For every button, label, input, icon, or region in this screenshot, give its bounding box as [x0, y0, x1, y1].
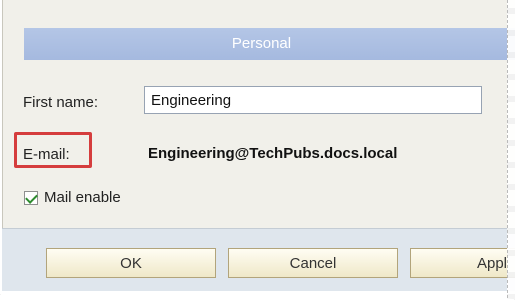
section-header: Personal: [24, 28, 515, 60]
section-title: Personal: [231, 35, 292, 52]
email-value: Engineering@TechPubs.docs.local: [148, 145, 398, 162]
first-name-label: First name:: [23, 94, 99, 111]
apply-button[interactable]: Appl: [410, 248, 515, 278]
cancel-button[interactable]: Cancel: [228, 248, 398, 278]
ok-button[interactable]: OK: [46, 248, 216, 278]
first-name-field[interactable]: [144, 86, 482, 114]
mail-enable-option[interactable]: Mail enable: [24, 189, 121, 206]
torn-right-edge: [507, 0, 515, 308]
mail-enable-label: Mail enable: [44, 189, 121, 206]
email-label: E-mail:: [23, 146, 70, 163]
screenshot-stage: Personal First name: E-mail: Engineering…: [0, 0, 515, 308]
mail-enable-checkbox[interactable]: [24, 190, 38, 205]
